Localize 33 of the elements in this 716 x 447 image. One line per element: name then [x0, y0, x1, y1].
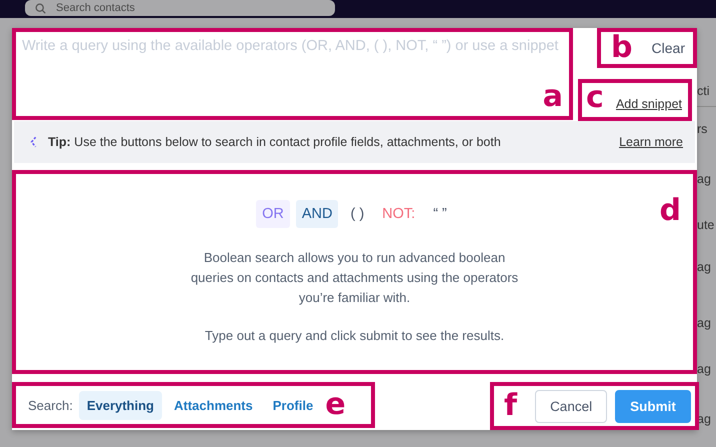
- sparkle-icon: [30, 136, 38, 148]
- operator-tag: ( ): [344, 200, 370, 228]
- search-field[interactable]: Search contacts: [25, 0, 335, 16]
- background-text: ag: [697, 172, 711, 186]
- background-text: ute: [697, 218, 714, 232]
- hint-text: Type out a query and click submit to see the results.: [204, 327, 504, 346]
- scope-tab[interactable]: Everything: [78, 390, 162, 420]
- learn-more-link[interactable]: Learn more: [619, 135, 683, 149]
- annotation-letter: d: [660, 196, 681, 226]
- scope-tab[interactable]: Attachments: [166, 390, 261, 420]
- background-text: ag: [697, 316, 711, 330]
- description-text: Boolean search allows you to run advanced boolean queries on contacts and attachments using the operators you’re familiar with.: [190, 249, 518, 308]
- annotation-letter: f: [504, 391, 518, 421]
- search-placeholder: Search contacts: [56, 2, 135, 14]
- scope-tab[interactable]: Profile: [264, 390, 322, 420]
- tip-text: Tip: Use the buttons below to search in contact profile fields, attachments, or both: [48, 135, 502, 149]
- operator-tag: NOT:: [376, 200, 422, 228]
- search-label: Search:: [28, 398, 73, 412]
- background-text: ag: [697, 260, 711, 274]
- search-icon: [35, 2, 46, 14]
- operator-tag: AND: [296, 200, 338, 228]
- background-text: ag: [697, 362, 711, 376]
- annotation-letter: a: [542, 82, 563, 112]
- clear-button[interactable]: Clear: [652, 40, 685, 56]
- annotation-letter: c: [586, 82, 604, 113]
- annotation-letter: b: [611, 33, 632, 63]
- add-snippet-link[interactable]: Add snippet: [616, 96, 682, 111]
- annotation-letter: e: [325, 390, 346, 420]
- operator-tag: OR: [256, 200, 290, 228]
- background-text: cti: [697, 84, 710, 98]
- operator-tag: “ ”: [427, 200, 453, 228]
- cancel-button[interactable]: Cancel: [535, 390, 608, 422]
- background-text: rs: [697, 122, 708, 136]
